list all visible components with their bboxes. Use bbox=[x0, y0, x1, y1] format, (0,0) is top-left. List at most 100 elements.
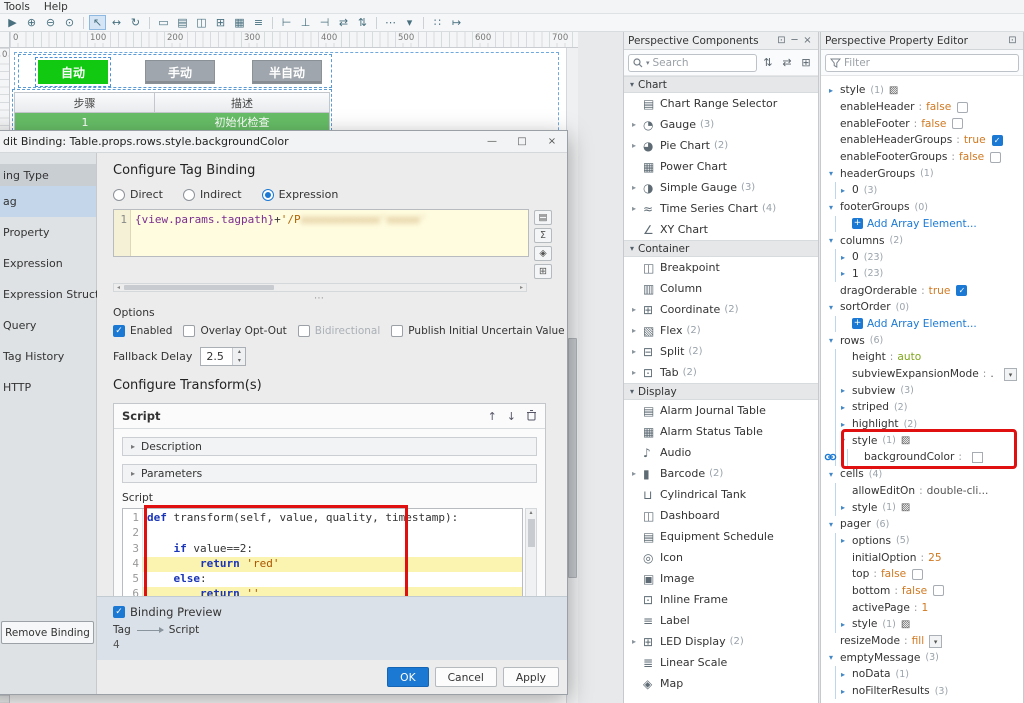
align-right-icon[interactable]: ⊣ bbox=[316, 15, 333, 30]
expand-icon[interactable]: ▸ bbox=[841, 503, 852, 512]
expand-icon[interactable]: ▸ bbox=[841, 536, 852, 545]
property-row-options-27[interactable]: ▸ options (5) bbox=[821, 532, 1023, 550]
expand-icon[interactable]: ▸ bbox=[632, 326, 643, 335]
expand-icon[interactable]: ▸ bbox=[632, 347, 643, 356]
component-item-label[interactable]: ≡ Label bbox=[624, 610, 818, 631]
component-item-audio[interactable]: ♪ Audio bbox=[624, 442, 818, 463]
property-row-allowediton-24[interactable]: allowEditOn: double-cli... bbox=[821, 482, 1023, 500]
zoom-in-icon[interactable]: ⊕ bbox=[23, 15, 40, 30]
scrollbar-thumb[interactable] bbox=[124, 285, 274, 290]
property-row-1-11[interactable]: ▸ 1 (23) bbox=[821, 265, 1023, 283]
float-panel-icon[interactable]: ⊡ bbox=[1006, 35, 1019, 46]
filter-input[interactable]: Filter bbox=[825, 53, 1019, 72]
component-item-split[interactable]: ▸ ⊟ Split (2) bbox=[624, 341, 818, 362]
canvas-button-manual[interactable]: 手动 bbox=[145, 60, 215, 84]
scroll-right-icon[interactable]: ▸ bbox=[517, 284, 526, 291]
property-row-nodata-35[interactable]: ▸ noData (1) bbox=[821, 666, 1023, 683]
component-item-inline-frame[interactable]: ⊡ Inline Frame bbox=[624, 589, 818, 610]
property-row-bottom-30[interactable]: bottom: false bbox=[821, 582, 1023, 600]
collapse-icon[interactable]: ▾ bbox=[630, 244, 634, 253]
expand-icon[interactable]: ▸ bbox=[841, 403, 852, 412]
browse-tags-icon[interactable]: ▤ bbox=[534, 210, 552, 225]
canvas-button-auto[interactable]: 自动 bbox=[35, 57, 111, 87]
component-category-chart[interactable]: ▾ Chart bbox=[624, 76, 818, 93]
operators-icon[interactable]: ⊞ bbox=[534, 264, 552, 279]
sidebar-item-tag-history[interactable]: Tag History bbox=[0, 341, 96, 372]
expand-icon[interactable]: ▸ bbox=[841, 269, 852, 278]
zoom-out-icon[interactable]: ⊖ bbox=[42, 15, 59, 30]
menu-help[interactable]: Help bbox=[44, 1, 68, 13]
property-row-dragorderable-12[interactable]: dragOrderable: true ✓ bbox=[821, 282, 1023, 299]
dropdown-icon[interactable]: ▾ bbox=[401, 15, 418, 30]
apply-button[interactable]: Apply bbox=[502, 667, 559, 687]
swap-order-icon[interactable]: ⇄ bbox=[779, 56, 795, 69]
enabled-checkbox[interactable]: ✓ Enabled bbox=[113, 325, 172, 337]
delete-transform-icon[interactable] bbox=[526, 409, 537, 424]
spinner-up-icon[interactable]: ▴ bbox=[233, 348, 246, 357]
move-up-icon[interactable]: ↑ bbox=[488, 410, 497, 423]
close-panel-icon[interactable]: × bbox=[801, 35, 814, 46]
component-item-time-series-chart[interactable]: ▸ ≈ Time Series Chart (4) bbox=[624, 198, 818, 219]
distribute-vertical-icon[interactable]: ⇅ bbox=[354, 15, 371, 30]
search-input[interactable]: ▾ Search bbox=[628, 53, 757, 72]
expand-icon[interactable]: ▸ bbox=[632, 204, 643, 213]
minimize-icon[interactable]: — bbox=[477, 131, 507, 152]
overlay-opt-out-checkbox[interactable]: Overlay Opt-Out bbox=[183, 325, 287, 337]
expand-icon[interactable]: ▾ bbox=[829, 336, 840, 345]
expand-icon[interactable]: ▸ bbox=[632, 368, 643, 377]
component-item-image[interactable]: ▣ Image bbox=[624, 568, 818, 589]
script-code-editor[interactable]: 123456 def transform(self, value, qualit… bbox=[122, 508, 523, 596]
property-row-highlight-20[interactable]: ▸ highlight (2) bbox=[821, 415, 1023, 433]
property-row-striped-19[interactable]: ▸ striped (2) bbox=[821, 399, 1023, 416]
dropdown-icon[interactable]: ▾ bbox=[929, 634, 943, 648]
scroll-up-icon[interactable]: ▴ bbox=[526, 509, 536, 517]
sidebar-item-expression[interactable]: Expression bbox=[0, 248, 96, 279]
property-row-resizemode-33[interactable]: resizeMode: fill ▾ bbox=[821, 633, 1023, 650]
scroll-left-icon[interactable]: ◂ bbox=[114, 284, 123, 291]
component-item-linear-scale[interactable]: ≣ Linear Scale bbox=[624, 652, 818, 673]
property-row-sortorder-13[interactable]: ▾ sortOrder (0) bbox=[821, 299, 1023, 316]
property-row-initialoption-28[interactable]: initialOption:25 bbox=[821, 549, 1023, 566]
rectangle-tool-icon[interactable]: ▭ bbox=[155, 15, 172, 30]
expand-icon[interactable]: ▸ bbox=[841, 670, 852, 679]
grid-icon[interactable]: ⊞ bbox=[212, 15, 229, 30]
dialog-titlebar[interactable]: dit Binding: Table.props.rows.style.back… bbox=[0, 131, 567, 153]
property-row-backgroundcolor-22[interactable]: backgroundColor: bbox=[821, 449, 1023, 466]
component-item-column[interactable]: ▥ Column bbox=[624, 278, 818, 299]
split-view-icon[interactable]: ◫ bbox=[193, 15, 210, 30]
pan-tool-icon[interactable]: ↔ bbox=[108, 15, 125, 30]
value-checkbox[interactable] bbox=[990, 151, 1002, 163]
zoom-actual-icon[interactable]: ⊙ bbox=[61, 15, 78, 30]
component-item-equipment-schedule[interactable]: ▤ Equipment Schedule bbox=[624, 526, 818, 547]
expand-icon[interactable]: ▸ bbox=[841, 253, 852, 262]
expand-icon[interactable]: ▸ bbox=[632, 141, 643, 150]
property-row-enablefootergroups-4[interactable]: enableFooterGroups: false bbox=[821, 149, 1023, 166]
scrollbar-thumb[interactable] bbox=[527, 519, 535, 547]
color-swatch[interactable] bbox=[971, 451, 983, 463]
property-row-add-array-element-14[interactable]: + Add Array Element... bbox=[821, 315, 1023, 333]
property-row-pager-26[interactable]: ▾ pager (6) bbox=[821, 516, 1023, 533]
expand-icon[interactable]: ▸ bbox=[829, 86, 840, 95]
expand-icon[interactable]: ▾ bbox=[829, 169, 840, 178]
table-icon[interactable]: ▦ bbox=[231, 15, 248, 30]
sort-icon[interactable]: ⇅ bbox=[760, 56, 776, 69]
cancel-button[interactable]: Cancel bbox=[434, 667, 497, 687]
expression-h-scrollbar[interactable]: ◂ ▸ bbox=[113, 283, 527, 292]
sidebar-item-property[interactable]: Property bbox=[0, 217, 96, 248]
value-checkbox[interactable] bbox=[933, 585, 945, 597]
property-row-enableheader-1[interactable]: enableHeader: false bbox=[821, 99, 1023, 116]
property-row-0-10[interactable]: ▸ 0 (23) bbox=[821, 248, 1023, 266]
fallback-delay-value[interactable]: 2.5 bbox=[201, 348, 232, 365]
rotate-tool-icon[interactable]: ↻ bbox=[127, 15, 144, 30]
spinner-down-icon[interactable]: ▾ bbox=[233, 356, 246, 365]
remove-binding-button[interactable]: Remove Binding bbox=[1, 621, 94, 644]
component-item-tab[interactable]: ▸ ⊡ Tab (2) bbox=[624, 362, 818, 383]
expand-icon[interactable]: ▸ bbox=[632, 469, 643, 478]
move-down-icon[interactable]: ↓ bbox=[507, 410, 516, 423]
collapse-icon[interactable]: ▾ bbox=[630, 80, 634, 89]
code-lines[interactable]: def transform(self, value, quality, time… bbox=[143, 509, 522, 596]
sidebar-item-http[interactable]: HTTP bbox=[0, 372, 96, 403]
component-item-cylindrical-tank[interactable]: ⊔ Cylindrical Tank bbox=[624, 484, 818, 505]
menu-tools[interactable]: Tools bbox=[4, 1, 30, 13]
binding-link-icon[interactable] bbox=[824, 452, 837, 465]
